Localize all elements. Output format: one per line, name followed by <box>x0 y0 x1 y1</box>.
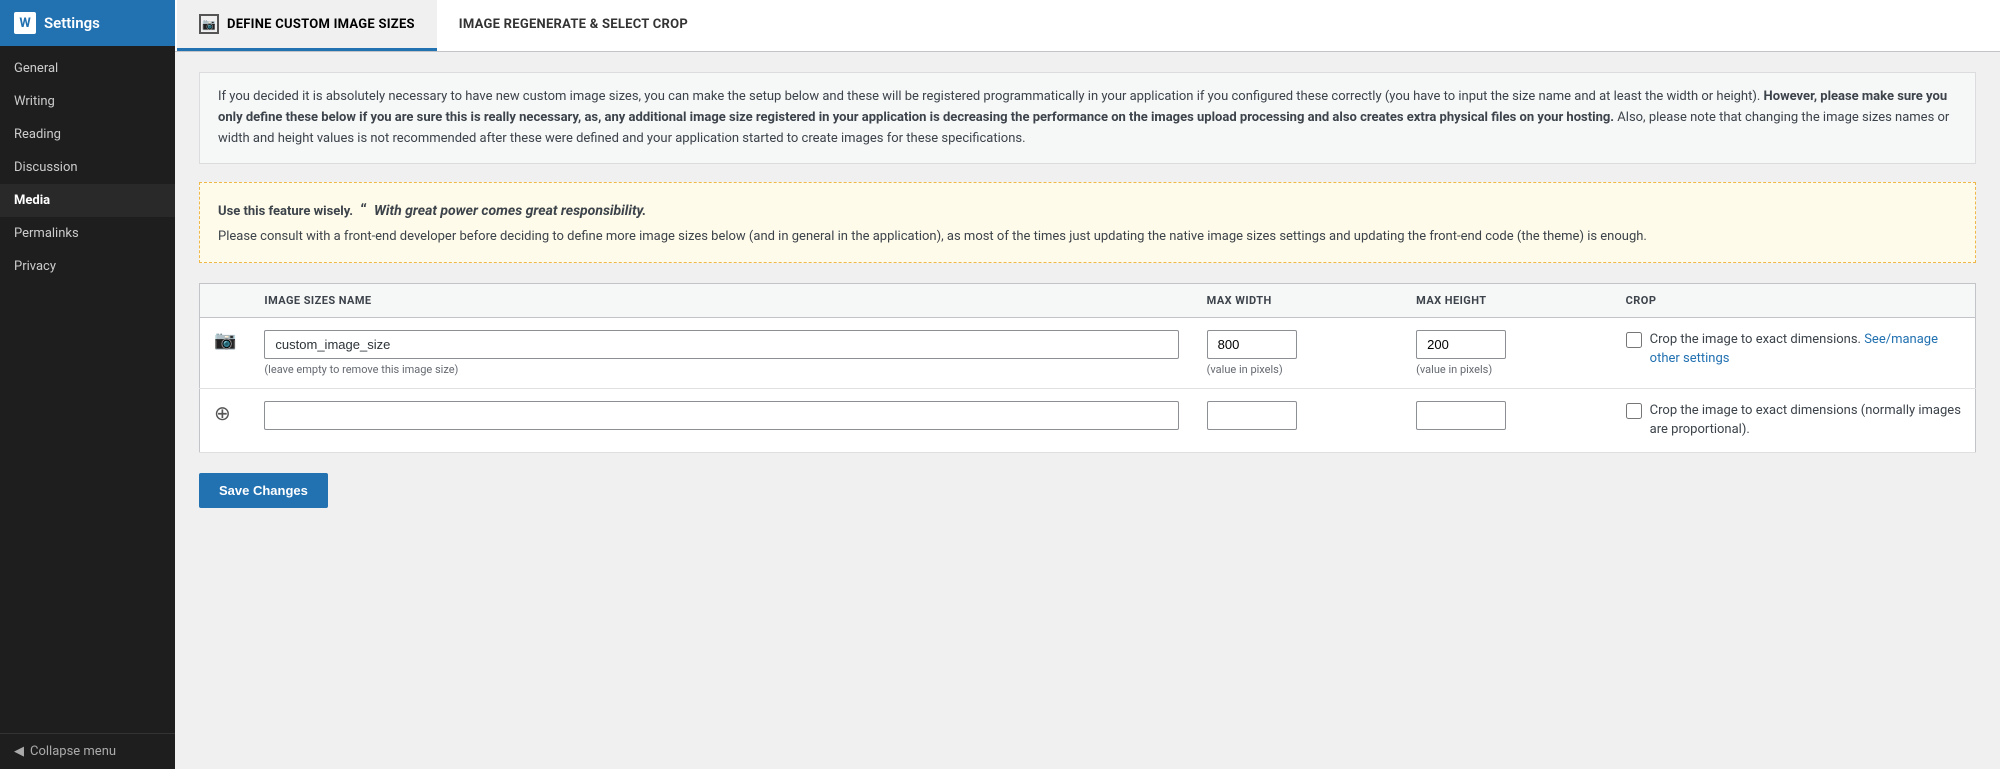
row1-width-input[interactable] <box>1207 330 1297 359</box>
table-row: ⊕ Crop the image to exact dimen <box>200 388 1976 452</box>
warning-title-text: Use this feature wisely. <box>218 204 353 219</box>
quote-mark: “ <box>360 200 366 219</box>
table-row: 📷 (leave empty to remove this image size… <box>200 317 1976 388</box>
row1-height-input[interactable] <box>1416 330 1506 359</box>
col-height-header: MAX HEIGHT <box>1402 283 1612 317</box>
sidebar-item-general[interactable]: General <box>0 52 175 85</box>
image-row-icon: 📷 <box>214 326 236 351</box>
sidebar-title: Settings <box>44 14 100 32</box>
sidebar-item-discussion[interactable]: Discussion <box>0 151 175 184</box>
chevron-left-icon: ◀ <box>14 744 24 759</box>
sidebar-nav: General Writing Reading Discussion Media… <box>0 46 175 733</box>
row1-name-cell: (leave empty to remove this image size) <box>250 317 1192 388</box>
warning-title: Use this feature wisely. “ With great po… <box>218 197 1957 223</box>
row2-icon-cell: ⊕ <box>200 388 251 452</box>
page-content: If you decided it is absolutely necessar… <box>175 52 2000 769</box>
sidebar-item-writing[interactable]: Writing <box>0 85 175 118</box>
tab-regenerate[interactable]: IMAGE REGENERATE & SELECT CROP <box>437 0 710 51</box>
image-tab-icon: 📷 <box>199 14 219 34</box>
main-content: 📷 DEFINE CUSTOM IMAGE SIZES IMAGE REGENE… <box>175 0 2000 769</box>
row2-crop-cell: Crop the image to exact dimensions (norm… <box>1612 388 1976 452</box>
collapse-menu[interactable]: ◀ Collapse menu <box>0 733 175 769</box>
collapse-label: Collapse menu <box>30 744 116 759</box>
row2-height-cell <box>1402 388 1612 452</box>
sidebar-item-reading[interactable]: Reading <box>0 118 175 151</box>
row1-icon-cell: 📷 <box>200 317 251 388</box>
row2-width-cell <box>1193 388 1403 452</box>
warning-quote: With great power comes great responsibil… <box>374 203 646 219</box>
tabs-bar: 📷 DEFINE CUSTOM IMAGE SIZES IMAGE REGENE… <box>175 0 2000 52</box>
row1-width-hint: (value in pixels) <box>1207 363 1389 376</box>
tab-custom-sizes-label: DEFINE CUSTOM IMAGE SIZES <box>227 17 415 32</box>
row2-name-input[interactable] <box>264 401 1178 430</box>
row2-height-input[interactable] <box>1416 401 1506 430</box>
wp-logo-icon: W <box>14 12 36 34</box>
col-crop-header: CROP <box>1612 283 1976 317</box>
col-icon-header <box>200 283 251 317</box>
row1-name-input[interactable] <box>264 330 1178 359</box>
table-header-row: IMAGE SIZES NAME MAX WIDTH MAX HEIGHT CR… <box>200 283 1976 317</box>
row1-height-cell: (value in pixels) <box>1402 317 1612 388</box>
col-width-header: MAX WIDTH <box>1193 283 1403 317</box>
col-name-header: IMAGE SIZES NAME <box>250 283 1192 317</box>
sidebar-item-privacy[interactable]: Privacy <box>0 250 175 283</box>
row1-width-cell: (value in pixels) <box>1193 317 1403 388</box>
image-sizes-table: IMAGE SIZES NAME MAX WIDTH MAX HEIGHT CR… <box>199 283 1976 453</box>
sidebar-header: W Settings <box>0 0 175 46</box>
sidebar: W Settings General Writing Reading Discu… <box>0 0 175 769</box>
sidebar-item-permalinks[interactable]: Permalinks <box>0 217 175 250</box>
sidebar-item-media[interactable]: Media <box>0 184 175 217</box>
row1-height-hint: (value in pixels) <box>1416 363 1598 376</box>
row2-crop-checkbox[interactable] <box>1626 403 1642 419</box>
row1-crop-cell: Crop the image to exact dimensions. See/… <box>1612 317 1976 388</box>
tab-regenerate-label: IMAGE REGENERATE & SELECT CROP <box>459 17 688 32</box>
row2-name-cell <box>250 388 1192 452</box>
info-box: If you decided it is absolutely necessar… <box>199 72 1976 164</box>
save-changes-button[interactable]: Save Changes <box>199 473 328 508</box>
row1-crop-checkbox[interactable] <box>1626 332 1642 348</box>
info-text-normal: If you decided it is absolutely necessar… <box>218 89 1760 104</box>
row2-width-input[interactable] <box>1207 401 1297 430</box>
warning-box: Use this feature wisely. “ With great po… <box>199 182 1976 263</box>
warning-body: Please consult with a front-end develope… <box>218 227 1957 248</box>
row1-crop-text: Crop the image to exact dimensions. See/… <box>1650 330 1961 369</box>
row2-crop-text: Crop the image to exact dimensions (norm… <box>1650 401 1961 440</box>
add-row-icon: ⊕ <box>214 401 231 425</box>
tab-custom-sizes[interactable]: 📷 DEFINE CUSTOM IMAGE SIZES <box>177 0 437 51</box>
row1-name-hint: (leave empty to remove this image size) <box>264 363 1178 376</box>
